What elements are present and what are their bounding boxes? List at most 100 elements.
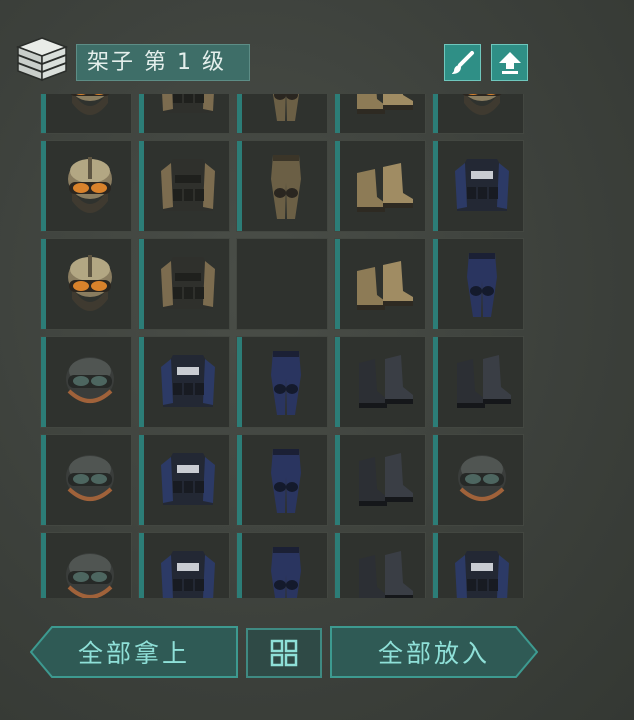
tactical-vest-icon xyxy=(161,159,215,211)
inventory-slot[interactable] xyxy=(138,238,230,330)
paint-brush-button[interactable] xyxy=(444,44,481,81)
inventory-slot[interactable] xyxy=(236,94,328,134)
inventory-slot[interactable] xyxy=(432,140,524,232)
slot-indicator-bar xyxy=(41,141,46,231)
police-vest-icon xyxy=(455,159,509,211)
slot-indicator-bar xyxy=(139,533,144,598)
slot-indicator-bar xyxy=(237,141,242,231)
black-boots-icon xyxy=(359,551,413,598)
tactical-vest-icon xyxy=(161,257,215,309)
paint-brush-icon xyxy=(451,50,474,74)
camo-pants-icon xyxy=(271,155,301,219)
inventory-slot[interactable] xyxy=(138,434,230,526)
inventory-slot[interactable] xyxy=(432,238,524,330)
slot-indicator-bar xyxy=(237,337,242,427)
black-helmet-icon xyxy=(66,455,114,501)
slot-indicator-bar xyxy=(237,435,242,525)
black-boots-icon xyxy=(457,355,511,408)
slot-indicator-bar xyxy=(139,337,144,427)
inventory-slot[interactable] xyxy=(432,532,524,598)
slot-indicator-bar xyxy=(237,533,242,598)
slot-indicator-bar xyxy=(41,337,46,427)
slot-indicator-bar xyxy=(139,94,144,133)
put-all-label: 全部放入 xyxy=(377,639,490,668)
layout-toggle-button[interactable] xyxy=(246,628,322,678)
slot-indicator-bar xyxy=(433,435,438,525)
slot-indicator-bar xyxy=(335,435,340,525)
slot-indicator-bar xyxy=(139,239,144,329)
goggle-helmet-icon xyxy=(68,157,112,213)
inventory-slot[interactable] xyxy=(138,140,230,232)
slot-indicator-bar xyxy=(335,533,340,598)
inventory-slot[interactable] xyxy=(236,532,328,598)
slot-indicator-bar xyxy=(433,337,438,427)
inventory-slot[interactable] xyxy=(236,140,328,232)
goggle-helmet-icon xyxy=(462,94,502,115)
black-boots-icon xyxy=(359,355,413,408)
inventory-slot[interactable] xyxy=(40,94,132,134)
inventory-slot[interactable] xyxy=(334,238,426,330)
take-all-label: 全部拿上 xyxy=(77,639,190,668)
inventory-slot[interactable] xyxy=(138,532,230,598)
navy-pants-icon xyxy=(271,547,301,598)
inventory-slot[interactable] xyxy=(40,532,132,598)
black-helmet-icon xyxy=(66,553,114,598)
upload-arrow-icon xyxy=(498,51,521,74)
inventory-slot[interactable] xyxy=(432,336,524,428)
black-helmet-icon xyxy=(458,455,506,501)
slot-indicator-bar xyxy=(335,239,340,329)
grid-layout-icon xyxy=(270,639,298,667)
black-helmet-icon xyxy=(66,357,114,403)
slot-indicator-bar xyxy=(237,94,242,133)
tan-boots-icon xyxy=(357,261,413,310)
inventory-slot[interactable] xyxy=(334,532,426,598)
inventory-slot[interactable] xyxy=(334,140,426,232)
slot-indicator-bar xyxy=(41,94,46,133)
slot-indicator-bar xyxy=(41,435,46,525)
inventory-slot[interactable] xyxy=(432,434,524,526)
tactical-vest-icon xyxy=(162,94,214,113)
put-all-button[interactable]: 全部放入 xyxy=(330,626,538,678)
inventory-slot[interactable] xyxy=(40,434,132,526)
slot-indicator-bar xyxy=(433,94,438,133)
tan-boots-icon xyxy=(357,163,413,212)
inventory-slot[interactable] xyxy=(236,336,328,428)
inventory-grid[interactable] xyxy=(40,94,530,598)
upgrade-button[interactable] xyxy=(491,44,528,81)
slot-indicator-bar xyxy=(335,337,340,427)
inventory-slot[interactable] xyxy=(236,434,328,526)
inventory-slot[interactable] xyxy=(334,336,426,428)
black-boots-icon xyxy=(359,453,413,506)
police-vest-icon xyxy=(455,551,509,598)
slot-indicator-bar xyxy=(139,141,144,231)
slot-indicator-bar xyxy=(139,435,144,525)
slot-indicator-bar xyxy=(335,94,340,133)
slot-indicator-bar xyxy=(433,533,438,598)
navy-pants-icon xyxy=(271,351,301,415)
navy-pants-icon xyxy=(271,449,301,513)
inventory-slot[interactable] xyxy=(138,94,230,134)
navy-pants-icon xyxy=(467,253,497,317)
take-all-button[interactable]: 全部拿上 xyxy=(30,626,238,678)
container-title: 架子 第 1 级 xyxy=(76,44,250,81)
inventory-slot[interactable] xyxy=(432,94,524,134)
slot-indicator-bar xyxy=(433,141,438,231)
goggle-helmet-icon xyxy=(68,255,112,311)
police-vest-icon xyxy=(161,453,215,505)
inventory-slot[interactable] xyxy=(138,336,230,428)
tan-boots-icon xyxy=(357,94,413,114)
police-vest-icon xyxy=(161,355,215,407)
slot-indicator-bar xyxy=(41,239,46,329)
empty-slot[interactable] xyxy=(236,238,328,330)
slot-indicator-bar xyxy=(335,141,340,231)
inventory-slot[interactable] xyxy=(334,94,426,134)
slot-indicator-bar xyxy=(433,239,438,329)
inventory-slot[interactable] xyxy=(40,140,132,232)
inventory-slot[interactable] xyxy=(40,336,132,428)
police-vest-icon xyxy=(161,551,215,598)
slot-indicator-bar xyxy=(41,533,46,598)
crate-stack-icon xyxy=(14,34,70,84)
inventory-slot[interactable] xyxy=(40,238,132,330)
camo-pants-icon xyxy=(272,94,300,121)
inventory-slot[interactable] xyxy=(334,434,426,526)
